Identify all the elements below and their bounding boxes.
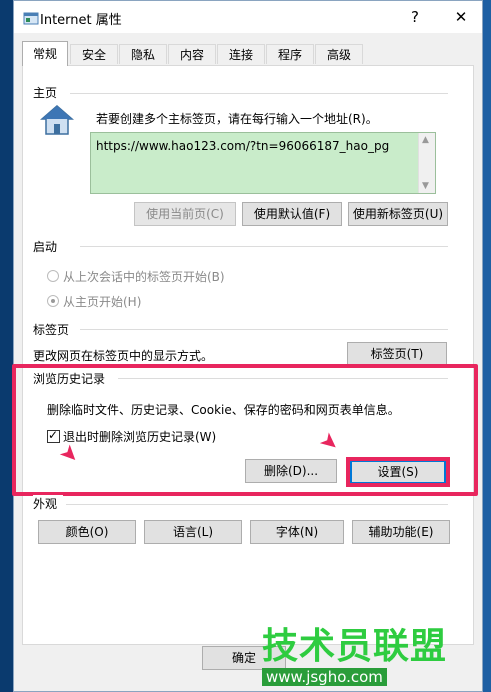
homepage-url-textarea[interactable]: https://www.hao123.com/?tn=96066187_hao_… bbox=[90, 132, 436, 194]
house-icon bbox=[40, 105, 74, 135]
accessibility-button[interactable]: 辅助功能(E) bbox=[352, 520, 450, 544]
tabs-settings-button[interactable]: 标签页(T) bbox=[347, 342, 447, 366]
tabs-section-title: 标签页 bbox=[33, 321, 76, 338]
tabs-description: 更改网页在标签页中的显示方式。 bbox=[33, 349, 214, 363]
tab-general[interactable]: 常规 bbox=[22, 41, 68, 66]
startup-section-title: 启动 bbox=[33, 238, 64, 255]
tab-connections[interactable]: 连接 bbox=[217, 44, 265, 64]
tab-security[interactable]: 安全 bbox=[70, 44, 118, 64]
tab-advanced[interactable]: 高级 bbox=[315, 44, 363, 64]
tabs-divider bbox=[80, 329, 448, 330]
appearance-divider bbox=[66, 504, 448, 505]
tab-content[interactable]: 内容 bbox=[168, 44, 216, 64]
highlight-settings-annotation bbox=[346, 457, 450, 487]
use-current-button[interactable]: 使用当前页(C) bbox=[134, 202, 236, 226]
scroll-up-icon[interactable]: ▲ bbox=[422, 135, 429, 145]
radio-homepage-label: 从主页开始(H) bbox=[63, 295, 142, 309]
close-button[interactable]: ✕ bbox=[438, 1, 482, 33]
help-button[interactable]: ? bbox=[392, 1, 438, 33]
tab-programs[interactable]: 程序 bbox=[266, 44, 314, 64]
watermark-logo: 技术员联盟 bbox=[262, 626, 448, 667]
watermark-url: www.jsgho.com bbox=[262, 668, 387, 686]
startup-divider bbox=[80, 246, 448, 247]
appearance-section-title: 外观 bbox=[33, 495, 64, 512]
use-new-tab-button[interactable]: 使用新标签页(U) bbox=[348, 202, 448, 226]
window-title: Internet 属性 bbox=[40, 13, 122, 28]
homepage-section-title: 主页 bbox=[33, 84, 64, 101]
radio-last-session-label: 从上次会话中的标签页开始(B) bbox=[63, 270, 225, 284]
homepage-instruction: 若要创建多个主标签页，请在每行输入一个地址(R)。 bbox=[96, 112, 378, 126]
radio-last-session[interactable] bbox=[47, 270, 59, 282]
tab-privacy[interactable]: 隐私 bbox=[119, 44, 167, 64]
colors-button[interactable]: 颜色(O) bbox=[38, 520, 136, 544]
homepage-url-value: https://www.hao123.com/?tn=96066187_hao_… bbox=[96, 139, 390, 153]
internet-options-icon bbox=[23, 12, 39, 25]
scroll-down-icon[interactable]: ▼ bbox=[422, 181, 429, 191]
title-bar: Internet 属性 ? ✕ bbox=[14, 1, 482, 33]
radio-homepage[interactable] bbox=[47, 295, 59, 307]
use-default-button[interactable]: 使用默认值(F) bbox=[242, 202, 342, 226]
homepage-scrollbar[interactable]: ▲ ▼ bbox=[418, 133, 435, 193]
homepage-divider bbox=[70, 93, 448, 94]
languages-button[interactable]: 语言(L) bbox=[144, 520, 242, 544]
fonts-button[interactable]: 字体(N) bbox=[250, 520, 344, 544]
